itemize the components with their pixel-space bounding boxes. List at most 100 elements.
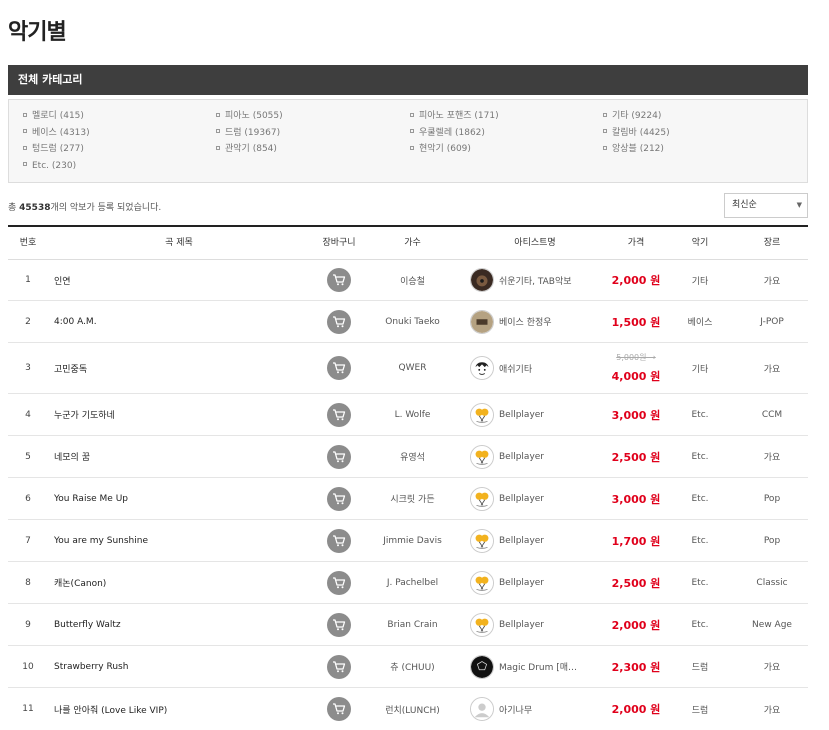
cart-button[interactable] (327, 356, 351, 380)
cart-icon (332, 362, 346, 374)
artist-link[interactable]: 애쉬기타 (470, 343, 605, 393)
singer: 시크릿 가든 (390, 495, 435, 505)
category-item[interactable]: 피아노 (5055) (216, 110, 410, 124)
row-number: 6 (25, 493, 31, 504)
song-title-link[interactable]: 인연 (54, 260, 304, 300)
header-genre: 장르 (763, 238, 781, 248)
row-number: 4 (25, 409, 31, 420)
row-number: 11 (22, 704, 34, 714)
table-row[interactable]: 9 Butterfly Waltz Brian Crain Bellplayer 2,0… (8, 604, 808, 646)
artist-avatar (470, 654, 494, 679)
singer: Onuki Taeko (385, 316, 440, 327)
singer: J. Pachelbel (386, 577, 439, 588)
category-item-label: 베이스 (4313) (32, 127, 90, 138)
artist-link[interactable]: Bellplayer (470, 604, 605, 645)
total-prefix: 총 (8, 203, 17, 213)
page-title: 악기별 (8, 20, 67, 45)
artist-link[interactable]: Bellplayer (470, 562, 605, 603)
price-cell: 1,700 원 (606, 520, 666, 561)
row-number: 3 (25, 363, 31, 373)
table-row[interactable]: 7 You are my Sunshine Jimmie Davis Bellplay… (8, 520, 808, 562)
cart-icon (332, 534, 346, 547)
song-title-link[interactable]: Butterfly Waltz (54, 604, 304, 645)
table-row[interactable]: 11 나를 안아줘 (Love Like VIP) 런치(LUNCH) 아기나무 2,0… (8, 688, 808, 730)
price: 3,000 원 (611, 492, 661, 506)
table-row[interactable]: 4 누군가 기도하네 L. Wolfe Bellplayer 3,000 원 Etc. CC… (8, 394, 808, 436)
table-row[interactable]: 1 인연 이승철 쉬운기타, TAB악보 2,000 원 기타 가요 (8, 260, 808, 301)
song-title-link[interactable]: Strawberry Rush (54, 646, 304, 687)
artist-name: Bellplayer (499, 409, 545, 420)
price: 4,000 원 (611, 370, 661, 383)
price-cell: 5,000원 → 4,000 원 (606, 343, 666, 393)
table-row[interactable]: 3 고민중독 QWER 애쉬기타 5,000원 → 4,000 원 기타 가요 (8, 343, 808, 394)
category-item[interactable]: 멜로디 (415) (23, 110, 216, 124)
category-item[interactable]: 드럼 (19367) (216, 127, 410, 141)
category-item[interactable]: 텅드럼 (277) (23, 143, 216, 157)
price-cell: 3,000 원 (606, 478, 666, 519)
square-bullet-icon (216, 112, 220, 117)
song-title-link[interactable]: 나를 안아줘 (Love Like VIP) (54, 688, 304, 730)
song-title-link[interactable]: 누군가 기도하네 (54, 394, 304, 435)
price: 1,500 원 (611, 315, 661, 329)
category-item[interactable]: 칼림바 (4425) (603, 127, 793, 141)
cart-button[interactable] (327, 309, 351, 334)
artist-name: 쉬운기타, TAB악보 (499, 276, 572, 287)
artist-link[interactable]: 아기나무 (470, 688, 605, 730)
cart-button[interactable] (327, 697, 351, 721)
song-title-link[interactable]: You Raise Me Up (54, 478, 304, 519)
price-cell: 2,000 원 (606, 688, 666, 730)
price-cell: 2,000 원 (606, 260, 666, 300)
cart-button[interactable] (327, 402, 351, 427)
singer: 츄 (CHUU) (390, 663, 435, 673)
price: 2,000 원 (611, 703, 661, 716)
genre: 가요 (763, 705, 781, 716)
singer: 런치(LUNCH) (385, 705, 440, 716)
artist-link[interactable]: Bellplayer (470, 436, 605, 477)
cart-button[interactable] (327, 570, 351, 595)
cart-button[interactable] (327, 528, 351, 553)
song-title-link[interactable]: You are my Sunshine (54, 520, 304, 561)
category-item[interactable]: 피아노 포핸즈 (171) (410, 110, 603, 124)
table-row[interactable]: 5 네모의 꿈 유영석 Bellplayer 2,500 원 Etc. 가요 (8, 436, 808, 478)
artist-name: Bellplayer (499, 493, 545, 504)
cart-button[interactable] (327, 486, 351, 511)
artist-link[interactable]: Bellplayer (470, 394, 605, 435)
artist-link[interactable]: 쉬운기타, TAB악보 (470, 260, 605, 300)
song-title-link[interactable]: 캐논(Canon) (54, 562, 304, 603)
artist-link[interactable]: 베이스 한정우 (470, 301, 605, 342)
cart-button[interactable] (327, 444, 351, 469)
artist-link[interactable]: Bellplayer (470, 520, 605, 561)
category-item[interactable]: 현악기 (609) (410, 143, 603, 157)
singer: QWER (398, 363, 427, 373)
category-item[interactable]: 기타 (9224) (603, 110, 793, 124)
price: 2,500 원 (611, 576, 661, 590)
table-row[interactable]: 10 Strawberry Rush 츄 (CHUU) Magic Drum [매… 2… (8, 646, 808, 688)
category-item[interactable]: 우쿨렐레 (1862) (410, 127, 603, 141)
row-number: 7 (25, 535, 31, 546)
artist-avatar (470, 486, 494, 511)
cart-cell (318, 646, 360, 687)
table-row[interactable]: 8 캐논(Canon) J. Pachelbel Bellplayer 2,500 원 E… (8, 562, 808, 604)
song-title-link[interactable]: 4:00 A.M. (54, 301, 304, 342)
table-row[interactable]: 2 4:00 A.M. Onuki Taeko 베이스 한정우 1,500 원 베이스 J-… (8, 301, 808, 343)
cart-icon (332, 576, 346, 589)
category-item[interactable]: 관악기 (854) (216, 143, 410, 157)
cart-button[interactable] (327, 612, 351, 637)
artist-link[interactable]: Bellplayer (470, 478, 605, 519)
header-price: 가격 (627, 238, 645, 248)
genre: 가요 (763, 453, 781, 463)
cart-button[interactable] (327, 268, 351, 292)
artist-avatar (470, 612, 494, 637)
artist-link[interactable]: Magic Drum [매… (470, 646, 605, 687)
cart-icon (332, 408, 346, 421)
header-cart: 장바구니 (322, 238, 356, 248)
song-title-link[interactable]: 고민중독 (54, 343, 304, 393)
category-item[interactable]: 베이스 (4313) (23, 127, 216, 141)
artist-name: Magic Drum [매… (499, 663, 578, 673)
category-item[interactable]: 앙상블 (212) (603, 143, 793, 157)
song-title-link[interactable]: 네모의 꿈 (54, 436, 304, 477)
sort-select[interactable]: 최신순 ▼ (724, 193, 808, 218)
category-item[interactable]: Etc. (230) (23, 160, 216, 174)
table-row[interactable]: 6 You Raise Me Up 시크릿 가든 Bellplayer 3,000 원 E… (8, 478, 808, 520)
cart-button[interactable] (327, 654, 351, 679)
